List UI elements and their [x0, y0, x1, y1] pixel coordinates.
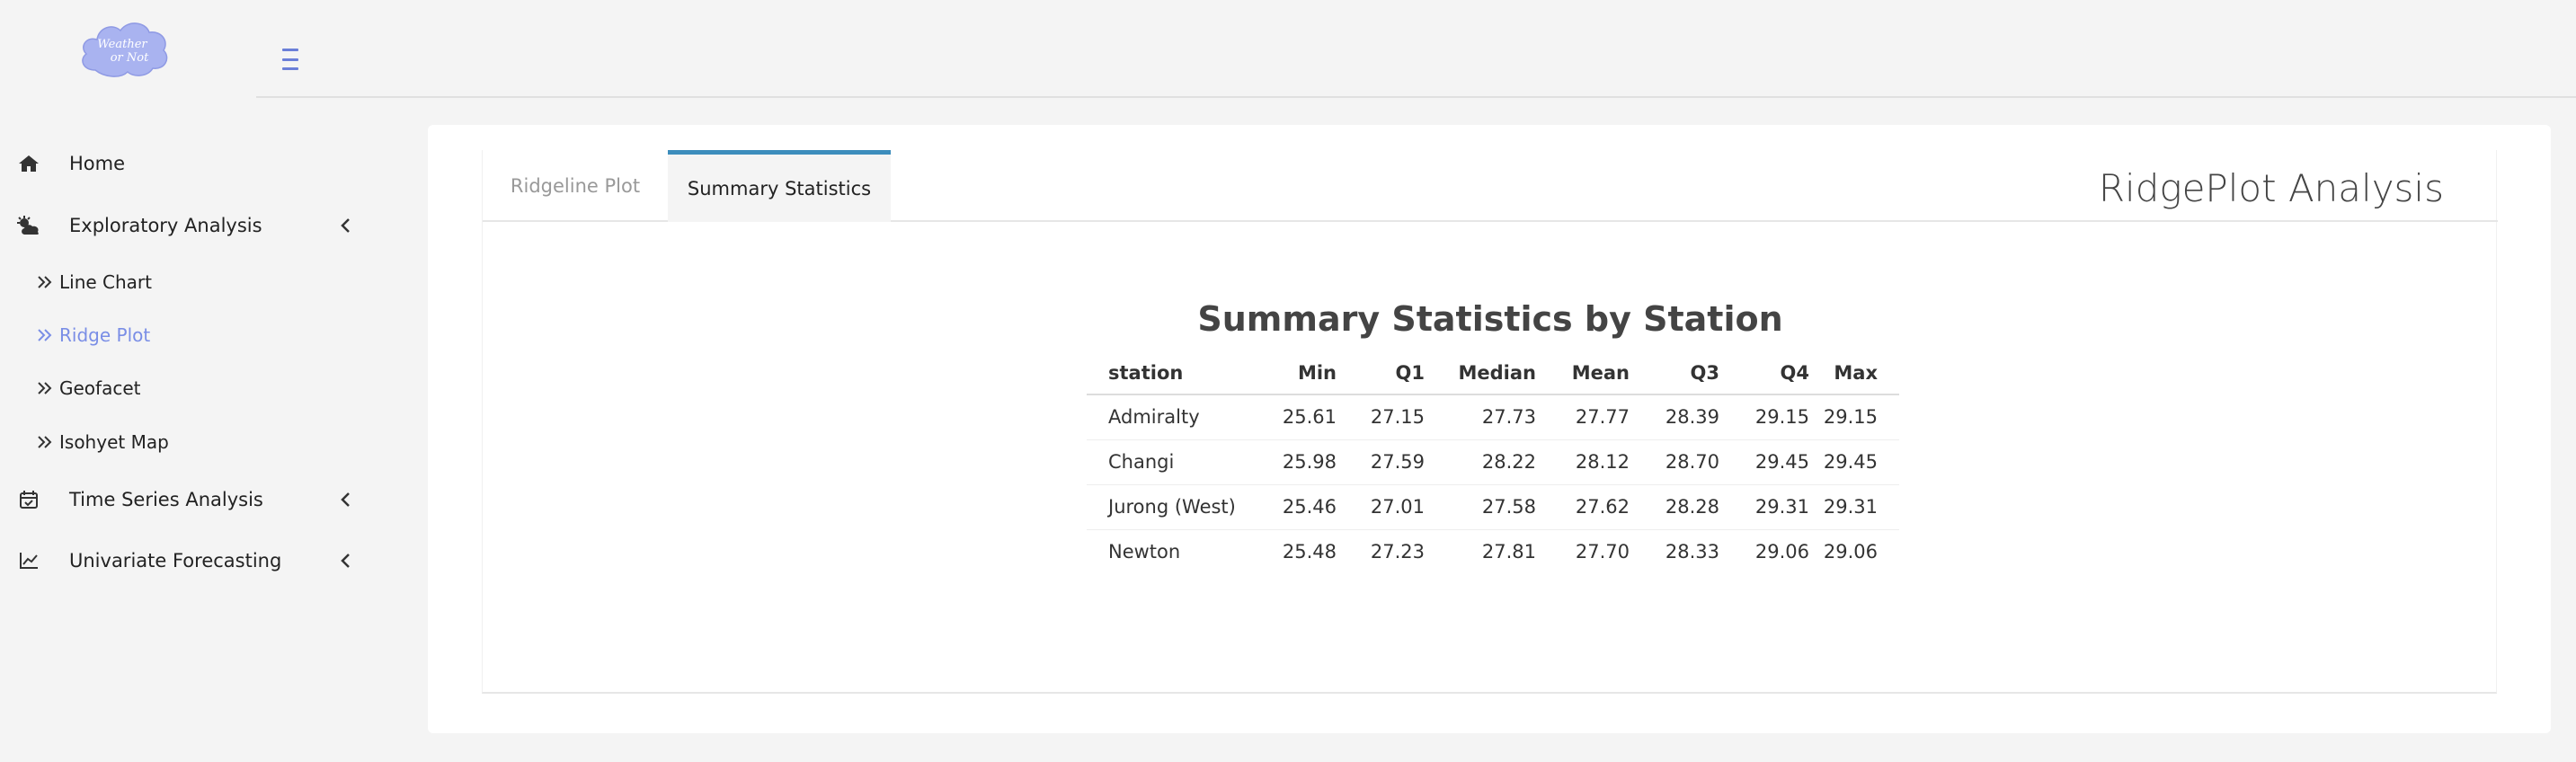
sidebar-subitem-ridge-plot[interactable]: Ridge Plot — [36, 317, 150, 353]
column-header: Mean — [1536, 351, 1630, 395]
sidebar-item-univariate-forecasting[interactable]: Univariate Forecasting — [0, 534, 378, 588]
table-cell: 29.45 — [1719, 439, 1809, 485]
table-row: Changi 25.98 27.59 28.22 28.12 28.70 29.… — [1087, 439, 1899, 485]
double-chevron-right-icon — [36, 378, 56, 398]
table-cell: 28.28 — [1630, 484, 1719, 530]
sidebar-subitem-isohyet-map[interactable]: Isohyet Map — [36, 424, 169, 460]
chevron-left-icon — [334, 215, 356, 236]
svg-text:Weather: Weather — [97, 38, 147, 51]
sidebar-toggle-button[interactable] — [279, 49, 304, 70]
table-row: Admiralty 25.61 27.15 27.73 27.77 28.39 … — [1087, 394, 1899, 440]
table-cell: 28.12 — [1536, 439, 1630, 485]
column-header: Min — [1247, 351, 1337, 395]
sidebar-item-label: Univariate Forecasting — [69, 550, 282, 572]
app-logo[interactable]: Weather or Not — [77, 18, 171, 81]
table-cell: 29.06 — [1823, 541, 1878, 563]
content-card: Ridgeline Plot Summary Statistics RidgeP… — [428, 125, 2551, 733]
table-cell: 29.31 — [1809, 484, 1899, 530]
line-chart-icon — [16, 548, 41, 573]
double-chevron-right-icon — [36, 432, 56, 452]
table-cell: 29.15 — [1719, 394, 1809, 440]
weather-cloud-logo-icon: Weather or Not — [82, 22, 168, 77]
sidebar-item-label: Exploratory Analysis — [69, 215, 262, 236]
summary-statistics-table: station Min Q1 Median Mean Q3 Q4 Max Adm… — [1087, 351, 1899, 574]
table-cell: 27.59 — [1337, 439, 1425, 485]
sidebar-subitem-label: Geofacet — [59, 377, 141, 399]
table-cell: 27.15 — [1337, 394, 1425, 440]
table-cell: 27.81 — [1481, 541, 1536, 563]
sidebar-subitem-label: Isohyet Map — [59, 431, 169, 453]
table-cell: 27.77 — [1536, 394, 1630, 440]
column-header: Max — [1809, 351, 1899, 395]
column-header: Q4 — [1719, 351, 1809, 395]
sidebar-item-exploratory-analysis[interactable]: Exploratory Analysis — [0, 199, 378, 253]
header-divider — [256, 96, 2576, 98]
table-cell: 29.15 — [1809, 394, 1899, 440]
column-header: Q1 — [1337, 351, 1425, 395]
panel-title: RidgePlot Analysis — [2098, 165, 2444, 210]
table-cell: 25.48 — [1282, 541, 1337, 563]
menu-bar — [282, 67, 298, 70]
chevron-left-icon — [334, 550, 356, 572]
tab-summary-statistics[interactable]: Summary Statistics — [668, 150, 891, 222]
menu-bar — [282, 58, 298, 61]
table-cell: Admiralty — [1087, 394, 1247, 440]
table-cell: 27.70 — [1575, 541, 1630, 563]
double-chevron-right-icon — [36, 325, 56, 345]
cloud-sun-icon — [16, 213, 41, 238]
column-header: station — [1087, 351, 1247, 395]
menu-bar — [282, 49, 298, 51]
sidebar-subitem-label: Line Chart — [59, 271, 152, 293]
svg-text:or Not: or Not — [111, 51, 149, 65]
sidebar: Home Exploratory Analysis Line Chart Rid… — [0, 97, 378, 762]
table-cell: 27.62 — [1536, 484, 1630, 530]
table-title: Summary Statistics by Station — [1197, 299, 1783, 339]
sidebar-item-label: Home — [69, 153, 126, 174]
table-header-row: station Min Q1 Median Mean Q3 Q4 Max — [1087, 351, 1899, 395]
table-cell: 27.58 — [1425, 484, 1536, 530]
column-header: Q3 — [1630, 351, 1719, 395]
table-cell: 28.39 — [1630, 394, 1719, 440]
tab-bar: Ridgeline Plot Summary Statistics RidgeP… — [483, 150, 2498, 222]
table-cell: 27.73 — [1425, 394, 1536, 440]
sidebar-subitem-line-chart[interactable]: Line Chart — [36, 264, 152, 300]
table-cell: 28.70 — [1630, 439, 1719, 485]
double-chevron-right-icon — [36, 272, 56, 292]
top-header: Weather or Not — [0, 0, 2576, 97]
sidebar-subitem-label: Ridge Plot — [59, 324, 151, 346]
table-cell: Jurong (West) — [1087, 484, 1247, 530]
sidebar-subitem-geofacet[interactable]: Geofacet — [36, 370, 140, 406]
table-row: Newton 25.48 27.23 27.81 27.70 28.33 29.… — [1087, 529, 1899, 574]
tab-box: Ridgeline Plot Summary Statistics RidgeP… — [482, 150, 2498, 694]
sidebar-item-label: Time Series Analysis — [69, 489, 263, 510]
table-row: Jurong (West) 25.46 27.01 27.58 27.62 28… — [1087, 484, 1899, 530]
column-header: Median — [1425, 351, 1536, 395]
table-cell: 25.61 — [1247, 394, 1337, 440]
table-cell: 28.33 — [1665, 541, 1719, 563]
table-cell: 27.23 — [1370, 541, 1425, 563]
table-cell: 29.31 — [1719, 484, 1809, 530]
table-cell: 25.46 — [1247, 484, 1337, 530]
calendar-check-icon — [16, 487, 41, 512]
table-cell: 27.01 — [1337, 484, 1425, 530]
table-cell: 25.98 — [1247, 439, 1337, 485]
table-cell: 29.45 — [1809, 439, 1899, 485]
sidebar-item-home[interactable]: Home — [0, 137, 378, 190]
sidebar-item-time-series-analysis[interactable]: Time Series Analysis — [0, 473, 378, 527]
table-cell: Changi — [1087, 439, 1247, 485]
home-icon — [16, 151, 41, 176]
table-cell: 29.06 — [1754, 541, 1809, 563]
table-cell: 28.22 — [1425, 439, 1536, 485]
tab-ridgeline-plot[interactable]: Ridgeline Plot — [483, 150, 668, 222]
chevron-left-icon — [334, 489, 356, 510]
table-cell: Newton — [1108, 541, 1181, 563]
